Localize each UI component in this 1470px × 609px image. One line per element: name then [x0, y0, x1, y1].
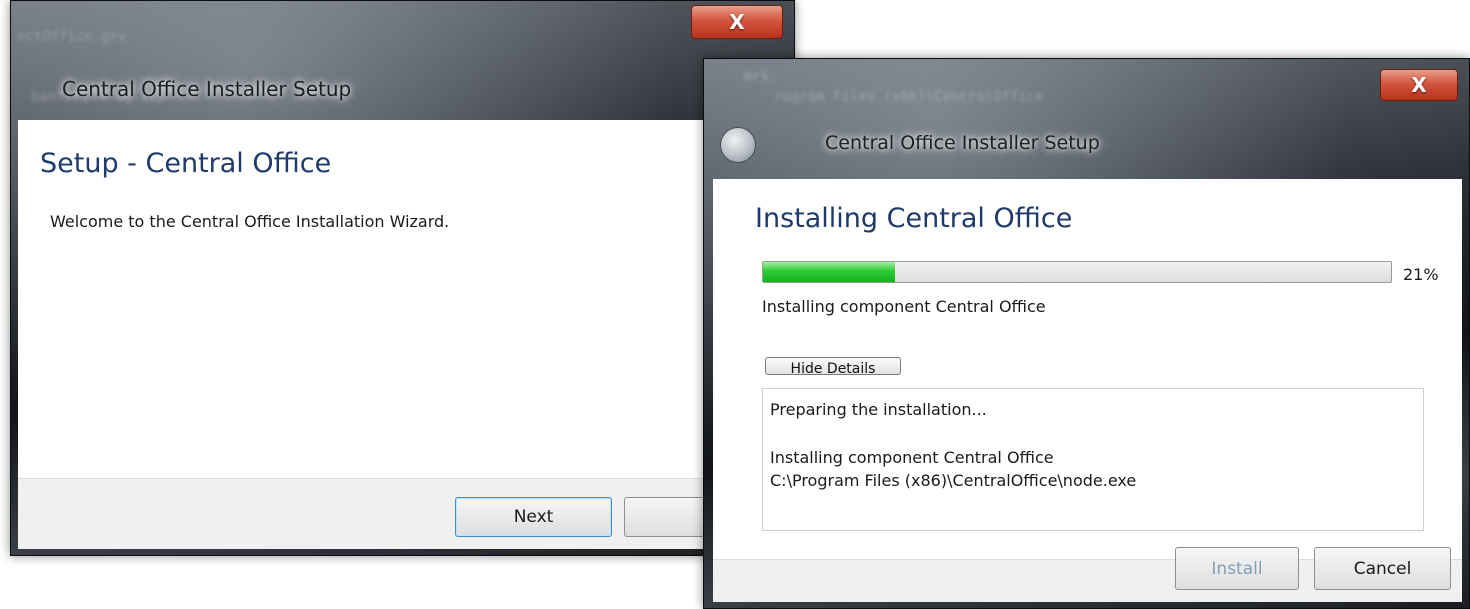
- content-area: Installing Central Office 21% Installing…: [713, 179, 1462, 559]
- hide-details-button[interactable]: Hide Details: [765, 357, 901, 375]
- back-arrow-icon[interactable]: [720, 127, 756, 163]
- window-title: Central Office Installer Setup: [825, 132, 1100, 154]
- page-heading: Setup - Central Office: [40, 148, 332, 179]
- button-bar: Install Cancel: [713, 547, 1462, 602]
- progress-percent: 21%: [1403, 265, 1439, 284]
- setup-window-installing: Wrk: rogram Files (x86)\CentralOffice Ce…: [703, 58, 1470, 609]
- close-button[interactable]: X: [691, 5, 783, 39]
- close-icon: X: [1411, 73, 1427, 97]
- close-button[interactable]: X: [1380, 69, 1458, 101]
- details-log: Preparing the installation... Installing…: [762, 388, 1424, 531]
- close-icon: X: [729, 10, 745, 34]
- install-button[interactable]: Install: [1175, 547, 1299, 590]
- setup-window-welcome: ectOffice.grv bamf/Fil4 ag.zip Central O…: [10, 0, 795, 556]
- status-text: Installing component Central Office: [762, 297, 1046, 316]
- welcome-text: Welcome to the Central Office Installati…: [50, 212, 450, 231]
- next-button[interactable]: Next: [455, 497, 612, 537]
- progress-fill: [763, 262, 895, 282]
- log-line: Preparing the installation...: [770, 400, 987, 419]
- cancel-button[interactable]: Cancel: [1314, 547, 1451, 590]
- page-heading: Installing Central Office: [755, 203, 1073, 234]
- window-title: Central Office Installer Setup: [62, 77, 352, 101]
- content-area: Setup - Central Office Welcome to the Ce…: [18, 120, 787, 478]
- button-bar: Next Qui: [18, 478, 787, 549]
- log-line: C:\Program Files (x86)\CentralOffice\nod…: [770, 471, 1137, 490]
- progress-bar: [762, 261, 1392, 283]
- log-line: Installing component Central Office: [770, 448, 1054, 467]
